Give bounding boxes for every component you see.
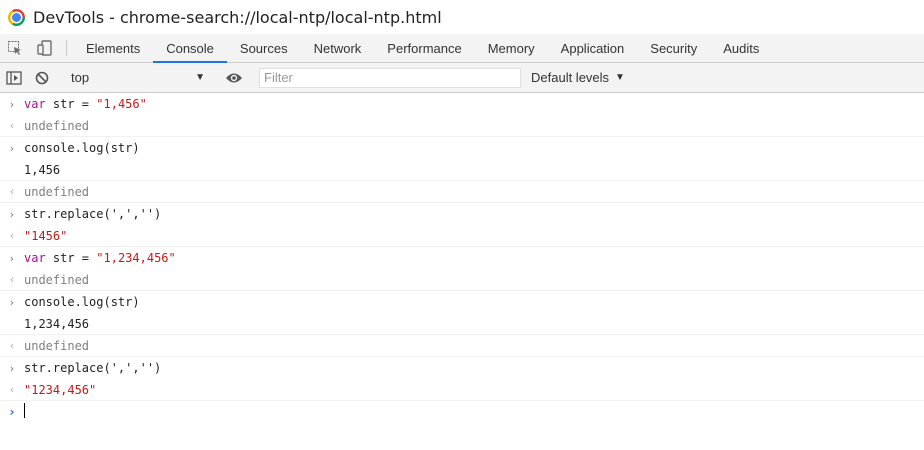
result-chevron-icon: ‹ [9,339,15,352]
console-message-text: console.log(str) [24,295,140,309]
filter-input[interactable]: Filter [259,67,521,88]
input-chevron-icon: › [9,141,15,155]
code-token: console.log(str) [24,141,140,155]
console-output-row: ‹ "1234,456" [0,379,924,401]
console-input-row: › str.replace(',','') [0,203,924,225]
console-output-row: ‹ undefined [0,181,924,203]
context-selector[interactable]: top ▼ [61,63,211,92]
code-token: str.replace(',','') [24,361,162,375]
window-titlebar: DevTools - chrome-search://local-ntp/loc… [0,0,924,34]
console-messages: › var str = "1,456" ‹ undefined › console.log… [0,93,924,423]
tab-application[interactable]: Application [548,34,638,62]
tab-performance[interactable]: Performance [374,34,474,62]
code-token: console.log(str) [24,295,140,309]
tab-security[interactable]: Security [637,34,710,62]
console-input-row: › var str = "1,234,456" [0,247,924,269]
console-message-text: undefined [24,119,89,133]
result-chevron-icon: ‹ [9,119,15,132]
console-message-text: var str = "1,234,456" [24,251,176,265]
tab-network[interactable]: Network [301,34,375,62]
input-chevron-icon: › [9,251,15,265]
input-chevron-icon: › [9,97,15,111]
console-output-row: ‹ undefined [0,269,924,291]
show-sidebar-icon[interactable] [0,63,28,92]
result-value: "1234,456" [24,382,97,397]
console-output-row: ‹ undefined [0,335,924,357]
tab-memory[interactable]: Memory [475,34,548,62]
live-expression-eye-icon[interactable] [220,63,248,92]
console-output-row: 1,456 [0,159,924,181]
console-prompt-input[interactable] [24,403,25,421]
devtools-tabbar: Elements Console Sources Network Performance… [0,34,924,63]
tab-console[interactable]: Console [153,34,227,63]
console-toolbar: top ▼ Filter Default levels ▼ [0,63,924,93]
dropdown-arrow-icon: ▼ [615,72,625,83]
divider [66,40,67,56]
string-token: "1,234,456" [96,251,176,265]
console-message-text: undefined [24,273,89,287]
console-output-row: ‹ "1456" [0,225,924,247]
input-chevron-icon: › [9,361,15,375]
console-message-text: undefined [24,185,89,199]
console-prompt[interactable]: › [0,401,924,423]
console-message-text: undefined [24,339,89,353]
console-message-text: "1456" [24,229,67,243]
window-title: DevTools - chrome-search://local-ntp/loc… [33,7,442,27]
console-input-row: › console.log(str) [0,291,924,313]
console-input-row: › console.log(str) [0,137,924,159]
console-output-row: ‹ undefined [0,115,924,137]
keyword-token: var [24,97,46,111]
log-value: 1,234,456 [24,316,90,331]
console-input-row: › var str = "1,456" [0,93,924,115]
result-chevron-icon: ‹ [9,229,15,242]
console-message-text: var str = "1,456" [24,97,147,111]
result-value: undefined [24,272,90,287]
result-value: undefined [24,338,90,353]
log-levels-label: Default levels [531,70,610,85]
input-chevron-icon: › [9,295,15,309]
input-chevron-icon: › [9,207,15,221]
filter-placeholder: Filter [264,70,293,85]
result-chevron-icon: ‹ [9,185,15,198]
inspect-element-icon[interactable] [0,34,30,62]
dropdown-arrow-icon: ▼ [195,72,205,83]
console-input-row: › str.replace(',','') [0,357,924,379]
tab-elements[interactable]: Elements [73,34,153,62]
result-value: undefined [24,118,90,133]
console-message-text: 1,456 [24,163,60,177]
tab-sources[interactable]: Sources [227,34,301,62]
result-chevron-icon: ‹ [9,273,15,286]
result-value: "1456" [24,228,68,243]
result-chevron-icon: ‹ [9,383,15,396]
console-message-text: str.replace(',','') [24,207,161,221]
string-token: "1,456" [96,97,147,111]
clear-console-icon[interactable] [28,63,56,92]
code-token: str = [45,97,97,111]
code-token: str = [45,251,97,265]
console-message-text: 1,234,456 [24,317,89,331]
panel-tabs: Elements Console Sources Network Performance… [73,34,772,63]
text-caret [24,403,25,418]
keyword-token: var [24,251,46,265]
device-toolbar-icon[interactable] [30,34,60,62]
result-value: undefined [24,184,90,199]
log-levels-dropdown[interactable]: Default levels ▼ [531,70,625,85]
prompt-chevron-icon: › [9,405,15,419]
tab-audits[interactable]: Audits [710,34,772,62]
console-message-text: str.replace(',','') [24,361,161,375]
chrome-logo-icon [8,8,25,26]
console-message-text: console.log(str) [24,141,140,155]
console-output-row: 1,234,456 [0,313,924,335]
context-label: top [71,70,90,85]
console-message-text: "1234,456" [24,383,96,397]
code-token: str.replace(',','') [24,207,162,221]
log-value: 1,456 [24,162,61,177]
